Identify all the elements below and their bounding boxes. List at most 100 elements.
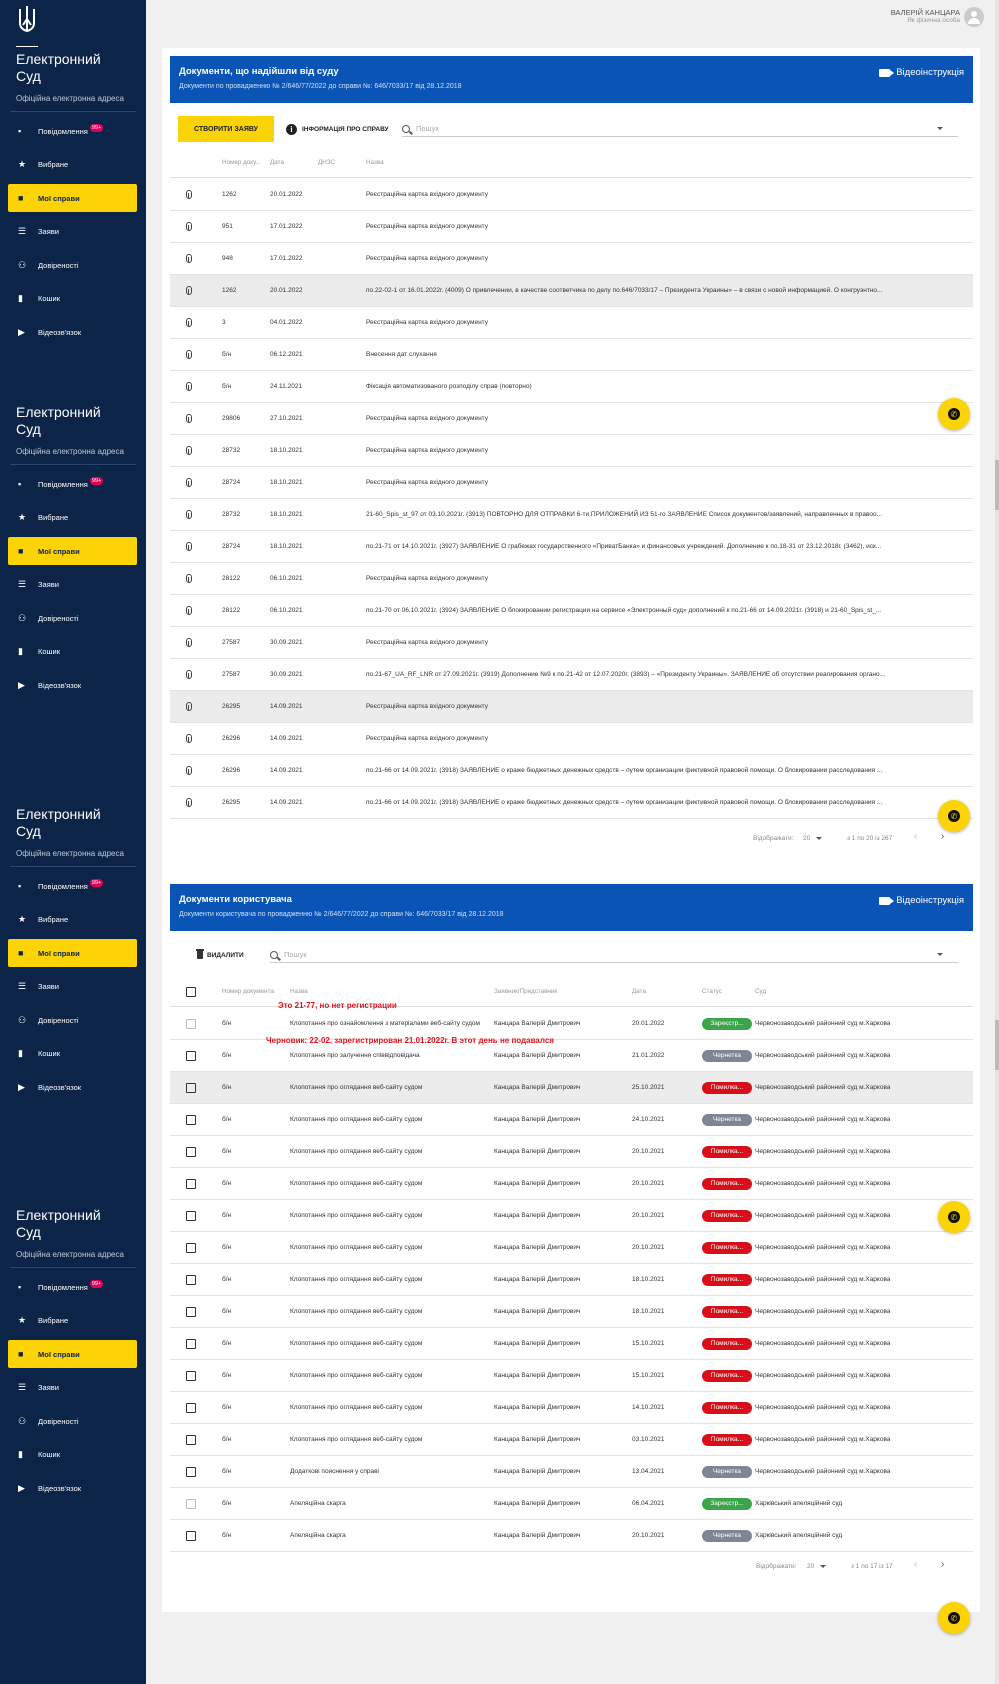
table-row[interactable]: б/н Клопотання про оглядання веб-сайту су… [170, 1296, 973, 1328]
attachment-cell[interactable] [186, 627, 192, 658]
prev-page-icon[interactable]: ‹ [914, 1559, 917, 1570]
search-input[interactable]: Пошук [284, 950, 937, 959]
column-header[interactable]: Дата [632, 977, 646, 1006]
case-info-button[interactable]: i ІНФОРМАЦІЯ ПРО СПРАВУ [286, 120, 389, 138]
attachment-cell[interactable] [186, 371, 192, 402]
scrollbar-thumb[interactable] [995, 460, 999, 510]
table-row[interactable]: б/н Клопотання про оглядання веб-сайту су… [170, 1168, 973, 1200]
row-checkbox[interactable] [186, 1402, 196, 1413]
sidebar-item-star[interactable]: ★ Вибране [8, 504, 137, 532]
select-all-cell[interactable] [186, 977, 196, 1006]
table-row[interactable]: 1262 20.01.2022 Реєстраційна картка вхідно… [170, 179, 973, 211]
table-row[interactable]: б/н Додаткові пояснення у справі Канцара В… [170, 1456, 973, 1488]
sidebar-item-trash[interactable]: ▮ Кошик [8, 1040, 137, 1068]
table-row[interactable]: 27587 30.09.2021 по.21-67_UA_RF_LNR от 27.… [170, 659, 973, 691]
user-docs-search[interactable]: Пошук [270, 947, 958, 963]
sidebar-item-video[interactable]: ▶ Відеозв'язок [8, 318, 137, 346]
row-select-cell[interactable] [186, 1488, 196, 1519]
attachment-cell[interactable] [186, 499, 192, 530]
sidebar-item-list[interactable]: ☰ Заяви [8, 1374, 137, 1402]
rows-per-page-select[interactable]: 20 [807, 1563, 826, 1570]
sidebar-item-video[interactable]: ▶ Відеозв'язок [8, 671, 137, 699]
row-select-cell[interactable] [186, 1360, 196, 1391]
table-row[interactable]: 26296 14.09.2021 по.21-66 от 14.09.2021г. … [170, 755, 973, 787]
attachment-cell[interactable] [186, 723, 192, 754]
delete-button[interactable]: ВИДАЛИТИ [196, 948, 244, 962]
table-row[interactable]: б/н Клопотання про оглядання веб-сайту су… [170, 1360, 973, 1392]
table-row[interactable]: б/н Апеляційна скарга Канцара Валерій Дмит… [170, 1488, 973, 1520]
attachment-cell[interactable] [186, 307, 192, 338]
attachment-cell[interactable] [186, 339, 192, 370]
create-application-button[interactable]: СТВОРИТИ ЗАЯВУ [178, 116, 274, 142]
row-checkbox[interactable] [186, 1530, 196, 1541]
video-instruction-link[interactable]: Відеоінструкція [879, 895, 964, 906]
attachment-cell[interactable] [186, 435, 192, 466]
table-row[interactable]: 28732 18.10.2021 21-60_Spis_st_97 от 03.10… [170, 499, 973, 531]
sidebar-item-list[interactable]: ☰ Заяви [8, 571, 137, 599]
attachment-cell[interactable] [186, 531, 192, 562]
attachment-cell[interactable] [186, 595, 192, 626]
sidebar-item-video[interactable]: ▶ Відеозв'язок [8, 1474, 137, 1502]
sidebar-item-folder[interactable]: ■ Мої справи [8, 1340, 137, 1368]
table-row[interactable]: 28122 06.10.2021 Реєстраційна картка вхідн… [170, 563, 973, 595]
sidebar-item-star[interactable]: ★ Вибране [8, 906, 137, 934]
row-select-cell[interactable] [186, 1200, 196, 1231]
row-checkbox[interactable] [186, 1178, 196, 1189]
table-row[interactable]: 26295 14.09.2021 по.21-66 от 14.09.2021г. … [170, 787, 973, 819]
table-row[interactable]: 26295 14.09.2021 Реєстраційна картка вхідн… [170, 691, 973, 723]
row-checkbox[interactable] [186, 1242, 196, 1253]
call-button[interactable]: ✆ [938, 1602, 970, 1634]
table-row[interactable]: 28122 06.10.2021 по.21-70 от 06.10.2021г. … [170, 595, 973, 627]
table-row[interactable]: б/н 06.12.2021 Внесення дат слухання [170, 339, 973, 371]
scrollbar-thumb[interactable] [995, 1020, 999, 1070]
row-checkbox[interactable] [186, 1306, 196, 1317]
table-row[interactable]: 28732 18.10.2021 Реєстраційна картка вхідн… [170, 435, 973, 467]
row-select-cell[interactable] [186, 1264, 196, 1295]
sidebar-item-people[interactable]: ⚇ Довіреності [8, 251, 137, 279]
row-checkbox[interactable] [186, 1050, 196, 1061]
avatar[interactable] [964, 7, 984, 27]
row-select-cell[interactable] [186, 1456, 196, 1487]
attachment-cell[interactable] [186, 787, 192, 818]
select-all-checkbox[interactable] [186, 986, 196, 997]
sidebar-item-message[interactable]: ▪ Повідомлення 99+ [8, 872, 137, 900]
column-header[interactable]: Суд [755, 977, 766, 1006]
rows-per-page-select[interactable]: 20 [803, 835, 822, 842]
table-row[interactable]: 28724 18.10.2021 по.21-71 от 14.10.2021г. … [170, 531, 973, 563]
sidebar-item-star[interactable]: ★ Вибране [8, 151, 137, 179]
sidebar-item-message[interactable]: ▪ Повідомлення 99+ [8, 1273, 137, 1301]
sidebar-item-list[interactable]: ☰ Заяви [8, 218, 137, 246]
next-page-icon[interactable]: › [941, 831, 944, 842]
sidebar-item-trash[interactable]: ▮ Кошик [8, 1441, 137, 1469]
sidebar-item-star[interactable]: ★ Вибране [8, 1307, 137, 1335]
row-select-cell[interactable] [186, 1232, 196, 1263]
table-row[interactable]: 27587 30.09.2021 Реєстраційна картка вхідн… [170, 627, 973, 659]
row-checkbox[interactable] [186, 1082, 196, 1093]
column-header[interactable]: Номер документа [222, 977, 274, 1006]
table-row[interactable]: б/н Клопотання про оглядання веб-сайту су… [170, 1072, 973, 1104]
table-row[interactable]: б/н Клопотання про оглядання веб-сайту су… [170, 1136, 973, 1168]
prev-page-icon[interactable]: ‹ [914, 831, 917, 842]
attachment-cell[interactable] [186, 179, 192, 210]
table-row[interactable]: б/н Клопотання про оглядання веб-сайту су… [170, 1200, 973, 1232]
row-select-cell[interactable] [186, 1328, 196, 1359]
table-row[interactable]: б/н Клопотання про оглядання веб-сайту су… [170, 1264, 973, 1296]
table-row[interactable]: 28724 18.10.2021 Реєстраційна картка вхідн… [170, 467, 973, 499]
table-row[interactable]: б/н Клопотання про оглядання веб-сайту су… [170, 1232, 973, 1264]
chevron-down-icon[interactable] [937, 127, 943, 130]
table-row[interactable]: 951 17.01.2022 Реєстраційна картка вхідног… [170, 211, 973, 243]
table-row[interactable]: 3 04.01.2022 Реєстраційна картка вхідного … [170, 307, 973, 339]
table-row[interactable]: б/н 24.11.2021 Фіксація автоматизованого р… [170, 371, 973, 403]
attachment-cell[interactable] [186, 691, 192, 722]
row-select-cell[interactable] [186, 1296, 196, 1327]
call-button[interactable]: ✆ [938, 1201, 970, 1233]
table-row[interactable]: 29806 27.10.2021 Реєстраційна картка вхідн… [170, 403, 973, 435]
sidebar-item-trash[interactable]: ▮ Кошик [8, 285, 137, 313]
row-checkbox[interactable] [186, 1146, 196, 1157]
sidebar-item-message[interactable]: ▪ Повідомлення 99+ [8, 117, 137, 145]
table-row[interactable]: б/н Клопотання про оглядання веб-сайту су… [170, 1424, 973, 1456]
call-button[interactable]: ✆ [938, 800, 970, 832]
row-select-cell[interactable] [186, 1040, 196, 1071]
row-select-cell[interactable] [186, 1104, 196, 1135]
column-header[interactable]: Заявник/Представник [494, 977, 557, 1006]
